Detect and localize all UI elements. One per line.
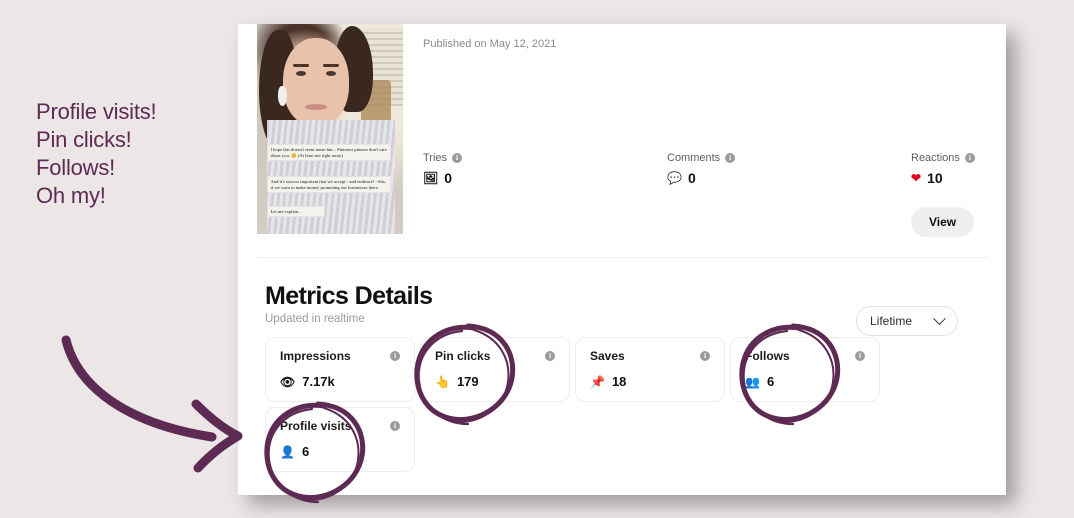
metric-value: 179 (456, 374, 479, 389)
metrics-title: Metrics Details (265, 282, 433, 310)
annotation-line-3: Follows! (36, 155, 116, 180)
pin-stat-reactions-label-text: Reactions (911, 152, 960, 164)
pin-stat-tries-label: Tries i (423, 152, 463, 164)
metric-name: Pin clicks (435, 349, 491, 363)
annotation-line-2: Pin clicks! (36, 127, 132, 152)
pin-stat-tries-value-row: 🖼 0 (423, 170, 462, 186)
heart-icon: ❤ (911, 171, 922, 185)
metric-card-header: Saves i (590, 349, 710, 363)
info-icon[interactable]: i (452, 153, 463, 163)
metric-card-header: Impressions i (280, 349, 400, 363)
info-icon[interactable]: i (390, 351, 400, 361)
metric-value-row: 👤 6 (280, 444, 400, 459)
pin-stat-comments-label-text: Comments (667, 152, 721, 164)
info-icon[interactable]: i (725, 153, 736, 163)
lips-decor (305, 104, 327, 110)
metric-name: Saves (590, 349, 625, 363)
info-icon[interactable]: i (700, 351, 710, 361)
metric-card-pin-clicks[interactable]: Pin clicks i 👆 179 (420, 337, 570, 402)
pin-stat-comments-value-row: 💬 0 (667, 170, 735, 186)
info-icon[interactable]: i (390, 421, 400, 431)
analytics-screenshot-card: I hope this doesn't seem mean but... Pin… (238, 24, 1006, 495)
people-icon: 👥 (745, 374, 760, 389)
pin-detail-row: I hope this doesn't seem mean but... Pin… (257, 24, 987, 257)
metric-card-saves[interactable]: Saves i 📌 18 (575, 337, 725, 402)
metric-value-row: 👥 6 (745, 374, 865, 389)
pin-stat-tries: Tries i 🖼 0 (423, 152, 463, 186)
eyebrow-left-decor (293, 64, 309, 67)
pin-overlay-text-2: And it's sooooo important that we accept… (267, 176, 391, 194)
metric-value: 6 (301, 444, 310, 459)
image-icon: 🖼 (423, 171, 439, 185)
pin-stat-tries-label-text: Tries (423, 152, 448, 164)
annotation-line-1: Profile visits! (36, 99, 157, 124)
pointing-hand-icon: 👆 (435, 374, 450, 389)
pin-stat-reactions-value-row: ❤ 10 (911, 170, 975, 186)
view-button[interactable]: View (911, 207, 975, 237)
eye-icon: 👁 (280, 374, 296, 389)
face-decor (283, 38, 349, 126)
metric-card-header: Profile visits i (280, 419, 400, 433)
metric-value: 18 (611, 374, 627, 389)
annotation-line-4: Oh my! (36, 183, 106, 208)
metric-card-header: Follows i (745, 349, 865, 363)
annotation-arrow-shaft (61, 335, 217, 442)
eye-left-decor (296, 71, 306, 76)
pin-stat-comments-value: 0 (687, 170, 696, 186)
metric-value-row: 📌 18 (590, 374, 710, 389)
metric-card-header: Pin clicks i (435, 349, 555, 363)
pin-stat-comments-label: Comments i (667, 152, 736, 164)
eyebrow-right-decor (323, 64, 339, 67)
pin-thumbnail[interactable]: I hope this doesn't seem mean but... Pin… (257, 24, 403, 234)
metric-value: 7.17k (302, 374, 335, 389)
metric-value-row: 👆 179 (435, 374, 555, 389)
section-divider (257, 257, 987, 258)
published-date: Published on May 12, 2021 (423, 38, 557, 50)
metric-name: Follows (745, 349, 790, 363)
annotation-text: Profile visits! Pin clicks! Follows! Oh … (36, 98, 157, 210)
pin-stat-comments: Comments i 💬 0 (667, 152, 736, 186)
info-icon[interactable]: i (964, 153, 975, 163)
metric-name: Profile visits (280, 419, 352, 433)
person-icon: 👤 (280, 444, 295, 459)
pin-stat-reactions: Reactions i ❤ 10 (911, 152, 975, 186)
metrics-subtitle: Updated in realtime (265, 313, 365, 325)
eye-right-decor (326, 71, 336, 76)
metrics-card-grid: Impressions i 👁 7.17k Pin clicks i 👆 179… (265, 337, 965, 472)
chevron-down-icon (933, 311, 946, 325)
metric-value-row: 👁 7.17k (280, 374, 400, 389)
date-range-selected-value: Lifetime (870, 314, 913, 328)
metric-name: Impressions (280, 349, 351, 363)
pin-icon: 📌 (590, 374, 605, 389)
pin-stat-reactions-value: 10 (927, 170, 943, 186)
metrics-header: Metrics Details Updated in realtime (265, 282, 433, 325)
pin-stat-reactions-label: Reactions i (911, 152, 975, 164)
date-range-select[interactable]: Lifetime (856, 306, 958, 336)
metric-card-profile-visits[interactable]: Profile visits i 👤 6 (265, 407, 415, 472)
comment-bubble-icon: 💬 (667, 171, 682, 185)
pin-overlay-text-1: I hope this doesn't seem mean but... Pin… (267, 144, 391, 162)
info-icon[interactable]: i (855, 351, 865, 361)
earring-decor (278, 86, 287, 106)
metric-card-follows[interactable]: Follows i 👥 6 (730, 337, 880, 402)
annotation-arrow-head (191, 399, 243, 473)
pin-overlay-text-3: Let me explain... (267, 206, 325, 218)
metric-card-impressions[interactable]: Impressions i 👁 7.17k (265, 337, 415, 402)
pin-stat-tries-value: 0 (444, 170, 453, 186)
info-icon[interactable]: i (545, 351, 555, 361)
metric-value: 6 (766, 374, 775, 389)
